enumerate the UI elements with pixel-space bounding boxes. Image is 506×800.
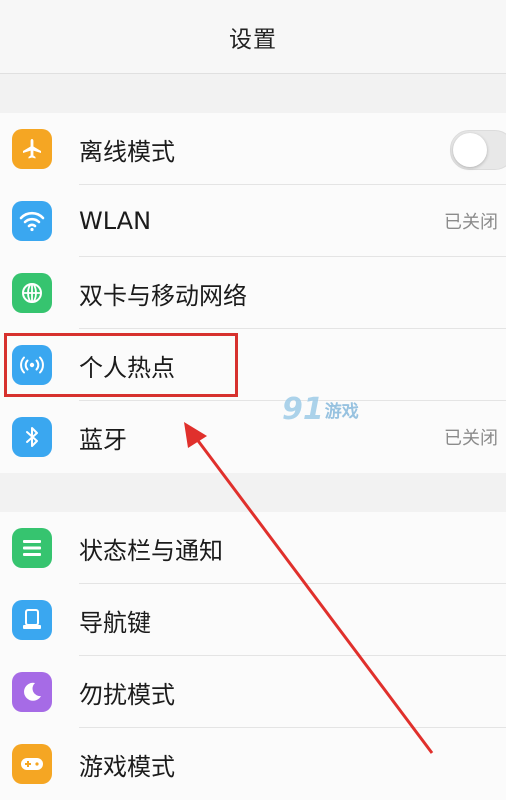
watermark-text: 游戏 [324, 402, 359, 422]
watermark-number: 91 [282, 392, 324, 427]
annotation-arrow [184, 422, 434, 754]
watermark: 91 游戏 [282, 392, 359, 427]
